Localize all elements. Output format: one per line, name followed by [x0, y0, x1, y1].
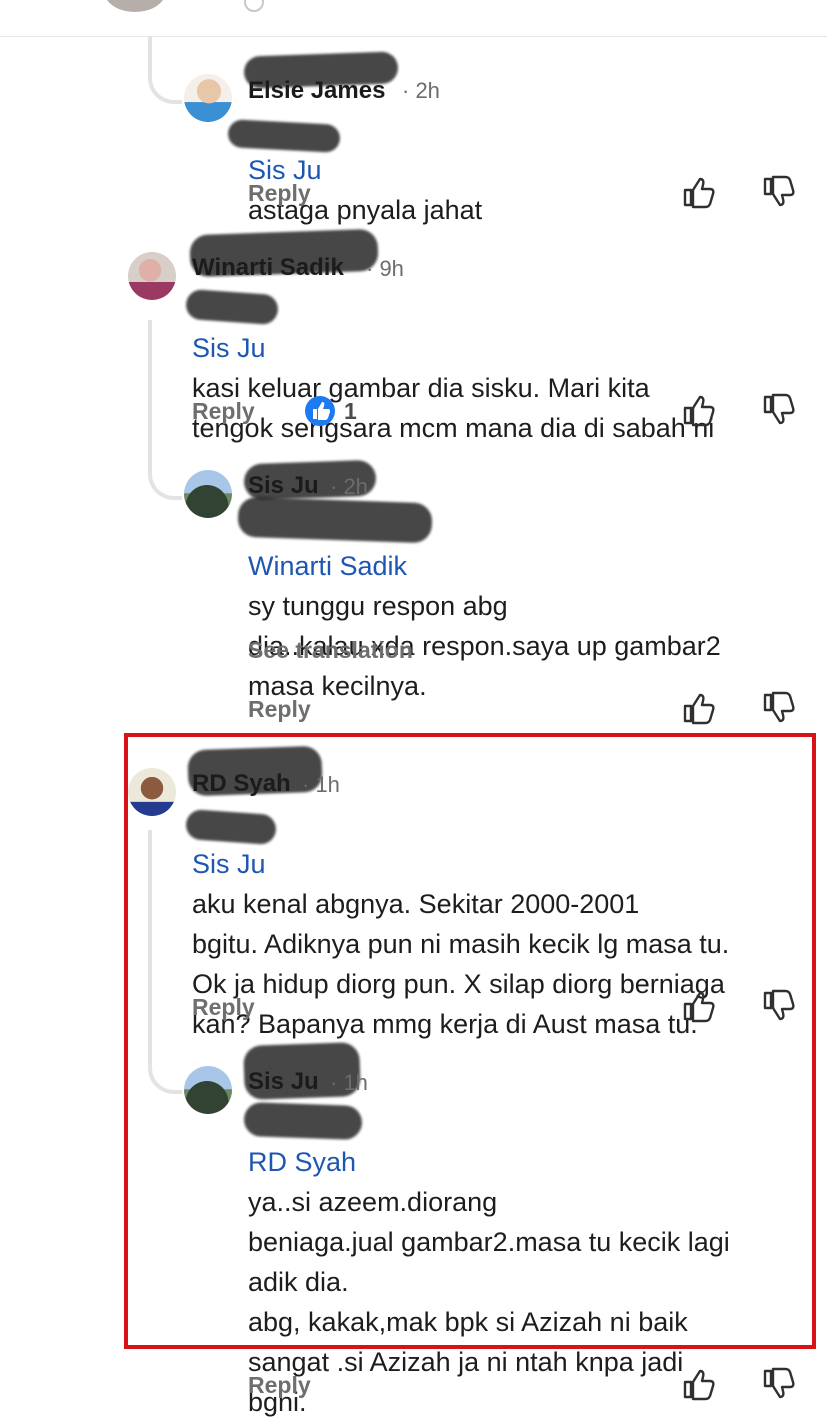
commenter-name[interactable]: Winarti Sadik	[192, 254, 344, 282]
mention-link[interactable]: Sis Ju	[192, 849, 266, 879]
thumbs-down-icon[interactable]	[762, 393, 796, 427]
thread-connector	[148, 456, 182, 500]
comment-time: · 1h	[302, 772, 340, 797]
reply-button[interactable]: Reply	[248, 696, 311, 723]
avatar[interactable]	[184, 1066, 232, 1114]
thumbs-up-icon[interactable]	[682, 989, 716, 1023]
comment-time: · 9h	[366, 256, 404, 281]
comment-text: Sis Ju kasi keluar gambar dia sisku. Mar…	[192, 288, 812, 448]
comment-text: Sis Ju astaga pnyala jahat	[248, 110, 788, 230]
reply-button[interactable]: Reply	[192, 994, 255, 1021]
avatar[interactable]	[184, 74, 232, 122]
comment-body: aku kenal abgnya. Sekitar 2000-2001 bgit…	[192, 889, 730, 1039]
comment-body: kasi keluar gambar dia sisku. Mari kita …	[192, 373, 715, 443]
thumbs-down-icon[interactable]	[762, 1367, 796, 1401]
avatar[interactable]	[128, 252, 176, 300]
mention-link[interactable]: RD Syah	[248, 1147, 356, 1177]
see-translation-link[interactable]: See translation	[248, 637, 413, 664]
comment-time: · 2h	[402, 78, 440, 103]
reply-button[interactable]: Reply	[248, 1372, 311, 1399]
thumbs-down-icon[interactable]	[762, 175, 796, 209]
thread-connector	[148, 58, 182, 104]
reply-button[interactable]: Reply	[192, 398, 255, 425]
thumbs-down-icon[interactable]	[762, 691, 796, 725]
commenter-name[interactable]: Sis Ju	[248, 472, 319, 500]
reaction-count: 1	[344, 398, 357, 424]
thumbs-up-icon[interactable]	[305, 396, 335, 426]
thumbs-up-icon[interactable]	[682, 1367, 716, 1401]
comment-body: ya..si azeem.diorang beniaga.jual gambar…	[248, 1187, 730, 1417]
comment-time: · 2h	[330, 474, 368, 499]
thumbs-up-icon[interactable]	[682, 691, 716, 725]
commenter-name[interactable]: Sis Ju	[248, 1068, 319, 1096]
reply-button[interactable]: Reply	[248, 180, 311, 207]
comment-text: Winarti Sadik sy tunggu respon abg dia..…	[248, 506, 808, 706]
thumbs-down-icon[interactable]	[762, 989, 796, 1023]
comment-time: · 1h	[330, 1070, 368, 1095]
commenter-name[interactable]: RD Syah	[192, 770, 291, 798]
avatar[interactable]	[184, 470, 232, 518]
avatar[interactable]	[128, 768, 176, 816]
thumbs-up-icon[interactable]	[682, 393, 716, 427]
comment-text: RD Syah ya..si azeem.diorang beniaga.jua…	[248, 1102, 808, 1422]
thread-line	[148, 320, 152, 462]
thumbs-up-icon[interactable]	[682, 175, 716, 209]
comment-text: Sis Ju aku kenal abgnya. Sekitar 2000-20…	[192, 804, 812, 1044]
mention-link[interactable]: Sis Ju	[192, 333, 266, 363]
commenter-name[interactable]: Elsie James	[248, 77, 385, 105]
mention-link[interactable]: Winarti Sadik	[248, 551, 407, 581]
